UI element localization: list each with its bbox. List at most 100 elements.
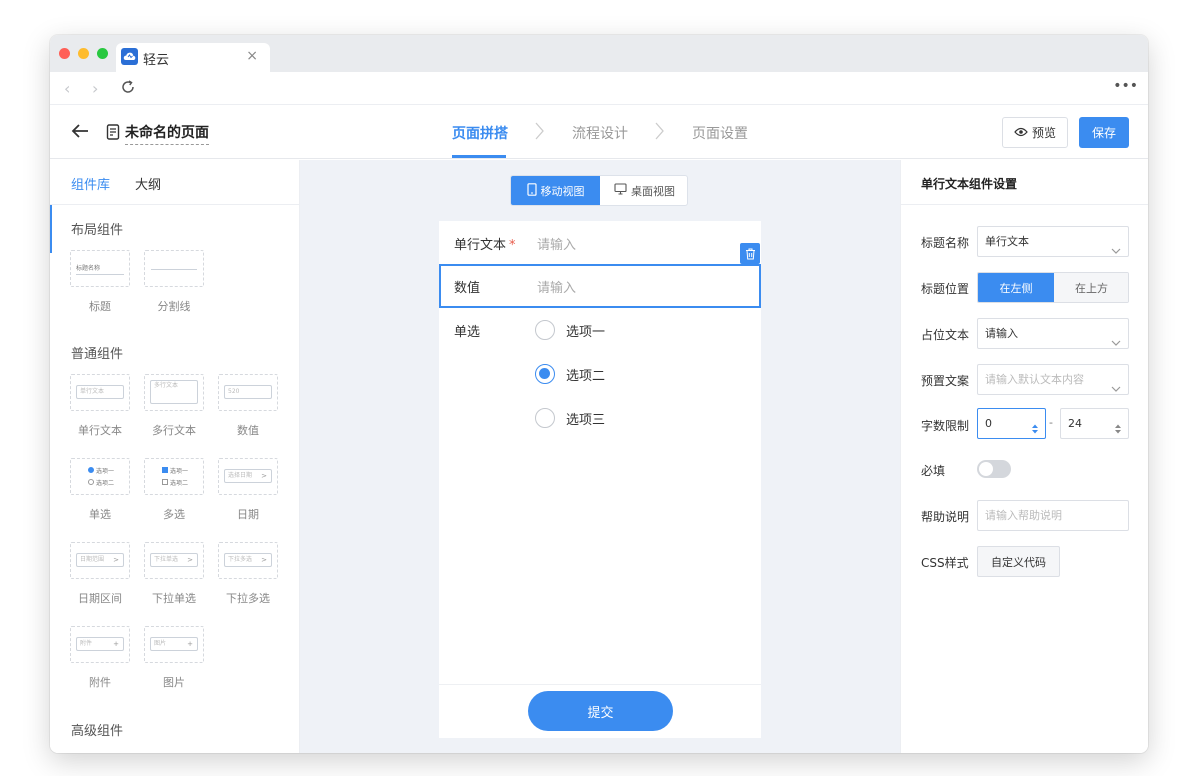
component-label: 日期区间 [78, 592, 122, 605]
component-radio[interactable]: 选项一 选项二 单选 [70, 458, 130, 522]
component-preview: 多行文本 [144, 374, 204, 411]
section-common-title: 普通组件 [71, 347, 124, 362]
tab-component-library[interactable]: 组件库 [71, 174, 110, 193]
mini-select-text: 下拉单选 [154, 556, 179, 563]
title-name-select[interactable]: 单行文本 [977, 226, 1129, 257]
reload-icon[interactable] [120, 79, 136, 99]
component-preview [144, 250, 204, 287]
help-text-label: 帮助说明 [921, 510, 970, 524]
stepper-icon[interactable] [1114, 417, 1122, 446]
component-preview: 下拉多选 > [218, 542, 278, 579]
title-name-label: 标题名称 [921, 236, 970, 250]
preset-text-select[interactable]: 请输入默认文本内容 [977, 364, 1129, 395]
tab-divider [50, 204, 300, 205]
component-label: 下拉多选 [226, 592, 270, 605]
radio-option-label[interactable]: 选项一 [566, 321, 605, 340]
component-label: 标题 [89, 300, 111, 313]
component-divider[interactable]: 分割线 [144, 250, 204, 314]
radio-option-label[interactable]: 选项三 [566, 409, 605, 428]
component-single-line-text[interactable]: 单行文本 单行文本 [70, 374, 130, 438]
title-position-top-option[interactable]: 在上方 [1054, 273, 1128, 302]
radio-option-2[interactable] [535, 364, 555, 384]
required-label: 必填 [921, 464, 946, 478]
mini-option: 选项一 [96, 468, 115, 475]
step-page-settings[interactable]: 页面设置 [692, 123, 748, 143]
component-settings-panel: 单行文本组件设置 标题名称 单行文本 标题位置 在左侧 在上方 占位文本 请输入… [900, 160, 1148, 753]
component-label: 日期 [237, 508, 259, 521]
component-preview: 520 [218, 374, 278, 411]
component-number[interactable]: 520 数值 [218, 374, 278, 438]
browser-window: 轻云 × ‹ › ••• 未命名的页面 页面拼搭 流程设计 页面设置 预览 保存… [50, 35, 1148, 753]
field-label-text-value: 单行文本 [454, 238, 507, 253]
radio-option-3[interactable] [535, 408, 555, 428]
required-toggle[interactable] [977, 460, 1011, 478]
design-canvas: 移动视图 桌面视图 单行文本 * 请输入 数值 请输入 单选 选项一 选项二 选… [300, 160, 900, 753]
save-button[interactable]: 保存 [1079, 117, 1129, 148]
range-separator: - [1049, 416, 1053, 429]
char-limit-max-input[interactable]: 24 [1060, 408, 1129, 439]
component-date[interactable]: 选择日期 > 日期 [218, 458, 278, 522]
preset-text-label: 预置文案 [921, 374, 970, 388]
submit-button[interactable]: 提交 [528, 691, 673, 731]
window-minimize-button[interactable] [78, 48, 89, 59]
browser-tab-bar: 轻云 × [50, 35, 1148, 72]
selected-number-field[interactable]: 数值 请输入 [439, 264, 761, 308]
mini-heading-text: 标题名称 [76, 265, 101, 272]
radio-option-1[interactable] [535, 320, 555, 340]
mini-input: 520 [224, 385, 272, 399]
mini-upload: 图片 + [150, 637, 198, 651]
title-position-left-option[interactable]: 在左侧 [978, 273, 1054, 302]
component-label: 下拉单选 [152, 592, 196, 605]
tab-outline[interactable]: 大纲 [135, 174, 161, 193]
mini-checkbox-icon [162, 479, 168, 485]
char-limit-min-input[interactable]: 0 [977, 408, 1046, 439]
component-image[interactable]: 图片 + 图片 [144, 626, 204, 690]
tab-close-icon[interactable]: × [246, 48, 258, 64]
window-maximize-button[interactable] [97, 48, 108, 59]
mobile-view-button[interactable]: 移动视图 [511, 176, 600, 205]
desktop-view-button[interactable]: 桌面视图 [600, 176, 687, 205]
window-close-button[interactable] [59, 48, 70, 59]
help-text-input[interactable]: 请输入帮助说明 [977, 500, 1129, 531]
number-input-placeholder[interactable]: 请输入 [537, 277, 576, 296]
component-preview: 选项一 选项二 [144, 458, 204, 495]
browser-more-icon[interactable]: ••• [1113, 78, 1138, 94]
back-arrow-icon[interactable] [70, 121, 90, 145]
browser-back-icon[interactable]: ‹ [64, 79, 70, 98]
active-section-bar [50, 205, 52, 253]
component-checkbox[interactable]: 选项一 选项二 多选 [144, 458, 204, 522]
custom-code-button[interactable]: 自定义代码 [977, 546, 1060, 577]
required-mark: * [509, 238, 516, 253]
component-date-range[interactable]: 日期范围 > 日期区间 [70, 542, 130, 606]
step-flow-design[interactable]: 流程设计 [572, 123, 628, 143]
component-dropdown-single[interactable]: 下拉单选 > 下拉单选 [144, 542, 204, 606]
chevron-down-icon [1111, 375, 1121, 404]
preview-button[interactable]: 预览 [1002, 117, 1068, 148]
mini-chevron-icon: > [261, 556, 267, 564]
settings-divider [901, 204, 1148, 205]
component-attachment[interactable]: 附件 + 附件 [70, 626, 130, 690]
component-dropdown-multi[interactable]: 下拉多选 > 下拉多选 [218, 542, 278, 606]
delete-component-button[interactable] [740, 243, 760, 264]
browser-tab[interactable]: 轻云 × [116, 43, 270, 72]
browser-forward-icon[interactable]: › [92, 79, 98, 98]
component-heading[interactable]: 标题名称 标题 [70, 250, 130, 314]
step-page-builder[interactable]: 页面拼搭 [452, 123, 508, 143]
mini-chevron-icon: > [113, 556, 119, 564]
text-input-placeholder[interactable]: 请输入 [537, 234, 576, 253]
chevron-down-icon [1111, 329, 1121, 358]
mini-upload-text: 图片 [154, 640, 167, 647]
component-multi-line-text[interactable]: 多行文本 多行文本 [144, 374, 204, 438]
mobile-form-preview: 单行文本 * 请输入 数值 请输入 单选 选项一 选项二 选项三 提交 [439, 221, 761, 738]
chevron-down-icon [1111, 237, 1121, 266]
placeholder-select[interactable]: 请输入 [977, 318, 1129, 349]
document-icon [106, 124, 120, 144]
component-preview: 标题名称 [70, 250, 130, 287]
radio-option-label[interactable]: 选项二 [566, 365, 605, 384]
page-title[interactable]: 未命名的页面 [125, 122, 209, 145]
component-preview: 选项一 选项二 [70, 458, 130, 495]
stepper-icon[interactable] [1031, 417, 1039, 446]
title-position-toggle: 在左侧 在上方 [977, 272, 1129, 303]
section-advanced-title: 高级组件 [71, 724, 124, 739]
field-label-text[interactable]: 单行文本 * [454, 234, 516, 253]
